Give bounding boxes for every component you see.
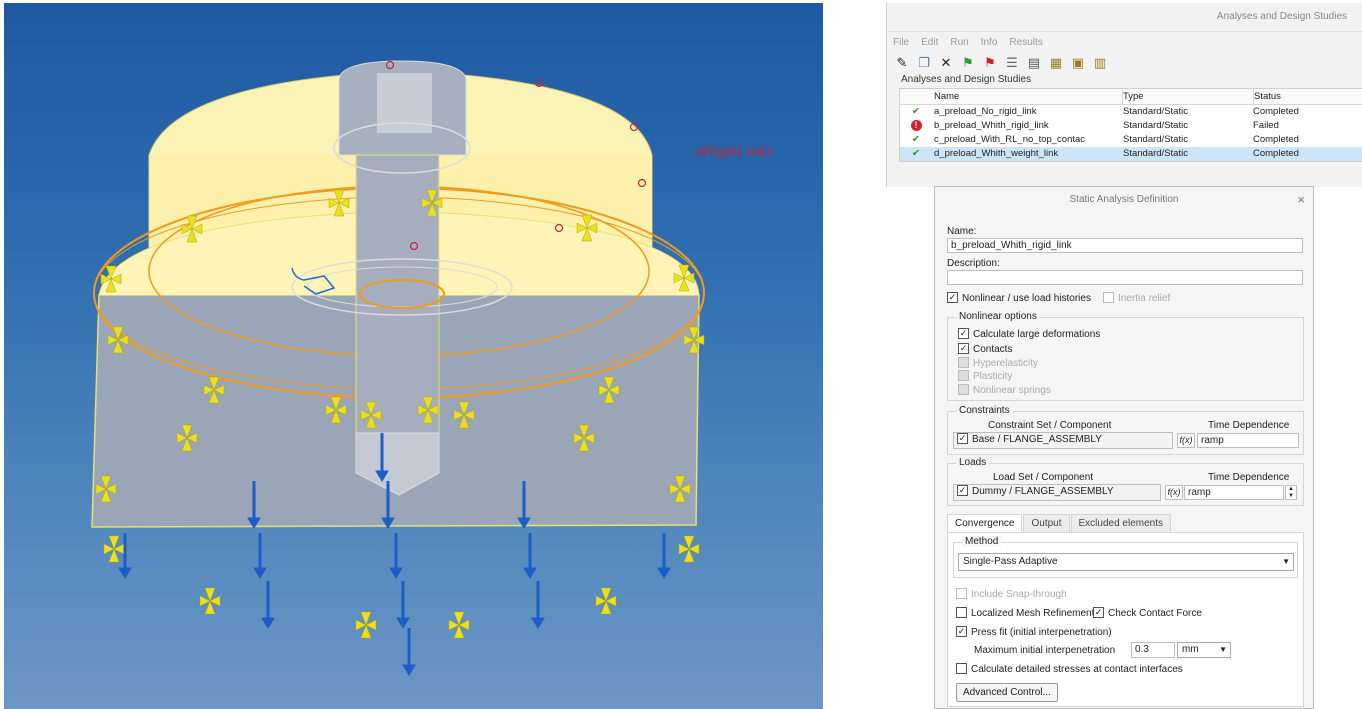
table-row[interactable]: ✔ c_preload_With_RL_no_top_contac Standa… — [900, 133, 1362, 147]
toolbar: ✎ ❐ ✕ ⚑ ⚑ ☰ ▤ ▦ ▣ ▥ — [887, 52, 1362, 74]
dialog-title: Static Analysis Definition × — [935, 187, 1313, 213]
constraint-marker-icon — [199, 587, 221, 615]
time-dependence-input[interactable]: ramp — [1197, 433, 1299, 448]
check-icon: ✔ — [912, 148, 920, 159]
nonlinear-checkbox-row[interactable]: ✓ Nonlinear / use load histories — [947, 292, 1091, 304]
detailed-stresses-row[interactable]: Calculate detailed stresses at contact i… — [956, 663, 1183, 675]
time-dependence-header: Time Dependence — [1208, 472, 1290, 483]
fx-button[interactable]: f(x) — [1165, 485, 1183, 500]
max-interpenetration-label: Maximum initial interpenetration — [974, 645, 1116, 656]
run-green-flag-icon[interactable]: ⚑ — [959, 54, 977, 72]
stop-red-flag-icon[interactable]: ⚑ — [981, 54, 999, 72]
table-row-selected[interactable]: ✔ d_preload_Whith_weight_link Standard/S… — [900, 147, 1362, 161]
menu-results[interactable]: Results — [1009, 37, 1042, 48]
load-arrowhead-icon — [261, 617, 275, 629]
load-set-header: Load Set / Component — [993, 472, 1094, 483]
advanced-control-button[interactable]: Advanced Control... — [956, 683, 1058, 702]
time-dependence-header: Time Dependence — [1208, 420, 1290, 431]
column-header-type[interactable]: Type — [1123, 89, 1254, 104]
loads-group: Loads Load Set / Component Time Dependen… — [947, 457, 1304, 506]
spinner-icon[interactable]: ▲ ▼ — [1285, 485, 1297, 500]
max-interpenetration-input[interactable]: 0.3 — [1131, 642, 1175, 658]
constraint-set-header: Constraint Set / Component — [988, 420, 1112, 431]
status-list-icon[interactable]: ☰ — [1003, 54, 1021, 72]
results-report-icon[interactable]: ▥ — [1091, 54, 1109, 72]
load-arrowhead-icon — [396, 617, 410, 629]
analyses-table: Name Type Status ✔ a_preload_No_rigid_li… — [899, 88, 1362, 162]
edit-pencil-icon[interactable]: ✎ — [893, 54, 911, 72]
method-select[interactable]: Single-Pass Adaptive ▼ — [958, 553, 1294, 571]
unit-select[interactable]: mm ▼ — [1177, 642, 1231, 658]
load-arrowhead-icon — [253, 567, 267, 579]
check-icon: ✔ — [912, 134, 920, 145]
close-icon[interactable]: × — [1297, 187, 1305, 213]
large-deformations-row[interactable]: ✓ Calculate large deformations — [958, 328, 1100, 340]
press-fit-row[interactable]: ✓ Press fit (initial interpenetration) — [956, 626, 1112, 638]
inertia-relief-checkbox — [1103, 292, 1114, 303]
load-arrowhead-icon — [657, 567, 671, 579]
table-row[interactable]: ✔ a_preload_No_rigid_link Standard/Stati… — [900, 105, 1362, 119]
plasticity-row: Plasticity — [958, 370, 1012, 382]
constraint-set-field[interactable]: ✓ Base / FLANGE_ASSEMBLY — [953, 432, 1173, 449]
tab-output[interactable]: Output — [1023, 514, 1070, 533]
inertia-relief-row: Inertia relief — [1103, 292, 1170, 304]
info-icon[interactable]: ▤ — [1025, 54, 1043, 72]
contacts-row[interactable]: ✓ Contacts — [958, 343, 1012, 355]
nonlinear-springs-row: Nonlinear springs — [958, 384, 1051, 396]
load-arrowhead-icon — [402, 664, 416, 676]
snap-through-row: Include Snap-through — [956, 588, 1067, 600]
chevron-down-icon: ▼ — [1282, 557, 1290, 566]
load-arrowhead-icon — [118, 567, 132, 579]
menu-run[interactable]: Run — [950, 37, 968, 48]
viewport-annotation: dRigid1 mk1 — [696, 143, 774, 159]
mesh-refinement-row[interactable]: Localized Mesh Refinement — [956, 607, 1094, 619]
tab-convergence[interactable]: Convergence — [947, 514, 1023, 533]
constraint-marker-icon — [448, 611, 470, 639]
menu-file[interactable]: File — [893, 37, 909, 48]
menu-edit[interactable]: Edit — [921, 37, 938, 48]
table-header: Name Type Status — [900, 89, 1362, 105]
description-label: Description: — [947, 258, 1000, 269]
nonlinear-checkbox[interactable]: ✓ — [947, 292, 958, 303]
convergence-panel: Method Single-Pass Adaptive ▼ Include Sna… — [947, 532, 1304, 707]
check-icon: ✔ — [912, 106, 920, 117]
model-viewport[interactable]: dRigid1 mk1 — [4, 3, 823, 709]
nonlinear-options-group: Nonlinear options ✓ Calculate large defor… — [947, 311, 1304, 401]
error-icon: ! — [910, 120, 922, 131]
tab-bar: Convergence Output Excluded elements — [947, 514, 1172, 533]
flange-model — [91, 60, 705, 676]
delete-icon[interactable]: ✕ — [937, 54, 955, 72]
constraint-marker-icon — [678, 535, 700, 563]
section-label: Analyses and Design Studies — [901, 74, 1032, 85]
method-group: Method Single-Pass Adaptive ▼ — [953, 536, 1298, 578]
constraint-marker-icon — [355, 611, 377, 639]
hyperelasticity-row: Hyperelasticity — [958, 357, 1038, 369]
load-arrowhead-icon — [523, 567, 537, 579]
results-icon[interactable]: ▦ — [1047, 54, 1065, 72]
column-header-name[interactable]: Name — [932, 89, 1123, 104]
load-arrowhead-icon — [531, 617, 545, 629]
tab-excluded-elements[interactable]: Excluded elements — [1070, 514, 1172, 533]
fx-button[interactable]: f(x) — [1177, 433, 1195, 448]
window-title: Analyses and Design Studies — [887, 3, 1362, 32]
chevron-down-icon: ▼ — [1219, 645, 1227, 654]
load-arrowhead-icon — [389, 567, 403, 579]
name-label: Name: — [947, 226, 977, 237]
analyses-window: Analyses and Design Studies File Edit Ru… — [886, 3, 1362, 187]
copy-icon[interactable]: ❐ — [915, 54, 933, 72]
results-window-icon[interactable]: ▣ — [1069, 54, 1087, 72]
load-set-field[interactable]: ✓ Dummy / FLANGE_ASSEMBLY — [953, 484, 1161, 501]
column-header-status[interactable]: Status — [1254, 89, 1354, 104]
static-analysis-dialog: Static Analysis Definition × Name: b_pre… — [934, 186, 1314, 709]
table-row[interactable]: ! b_preload_Whith_rigid_link Standard/St… — [900, 119, 1362, 133]
menu-bar: File Edit Run Info Results — [887, 32, 1362, 52]
check-contact-force-row[interactable]: ✓ Check Contact Force — [1093, 607, 1202, 619]
constraint-marker-icon — [595, 587, 617, 615]
name-input[interactable]: b_preload_Whith_rigid_link — [947, 238, 1303, 253]
constraints-group: Constraints Constraint Set / Component T… — [947, 405, 1304, 455]
constraint-marker-icon — [103, 535, 125, 563]
time-dependence-input[interactable]: ramp — [1184, 485, 1284, 500]
description-input[interactable] — [947, 270, 1303, 285]
menu-info[interactable]: Info — [981, 37, 998, 48]
